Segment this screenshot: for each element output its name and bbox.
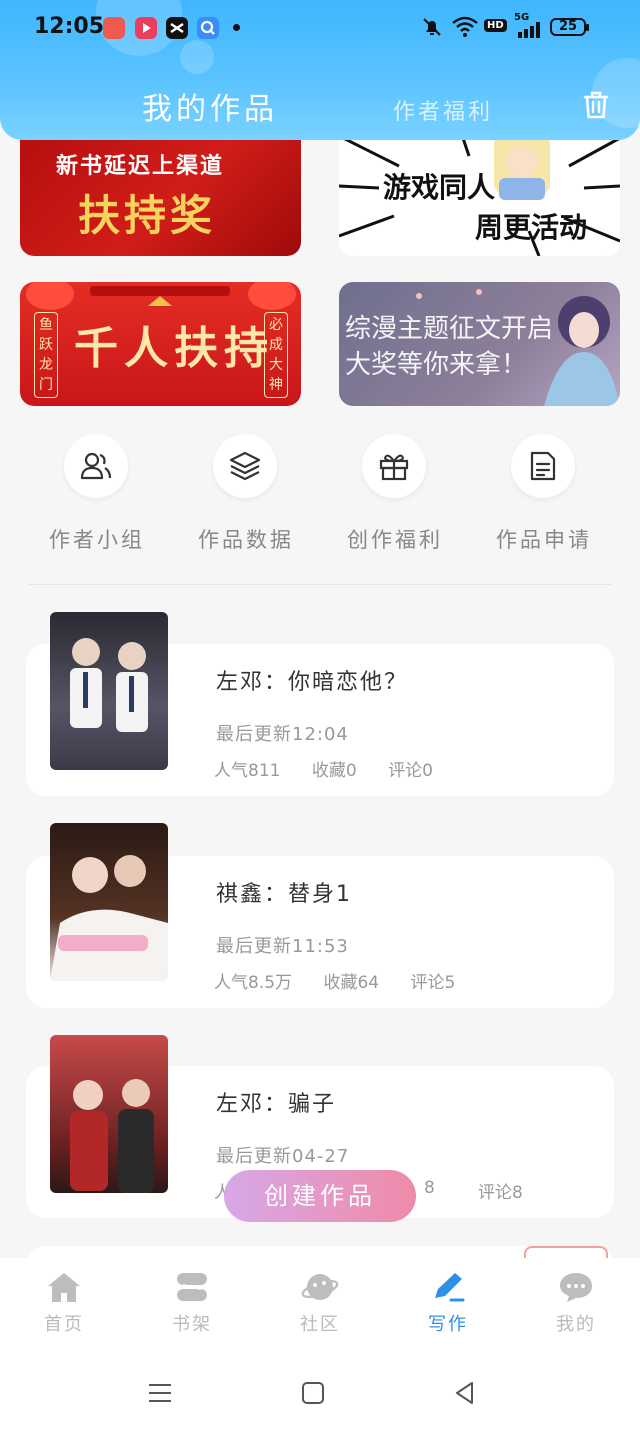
chat-bubble-icon (560, 1273, 592, 1302)
nav-item-bookshelf[interactable]: 书架 (142, 1270, 242, 1350)
hd-badge: HD (484, 19, 507, 32)
status-bar: 12:05 HD 5G 25 (0, 0, 640, 56)
nav-label: 社区 (300, 1314, 340, 1335)
work-title: 左邓：骗子 (216, 1092, 337, 1117)
pen-icon (435, 1273, 465, 1302)
work-cover-image[interactable] (50, 1035, 168, 1193)
banner-headline: 千人扶持 (74, 323, 274, 374)
banner-headline: 扶持奖 (78, 191, 217, 240)
quick-action-label: 创作福利 (347, 528, 443, 552)
nav-item-write[interactable]: 写作 (398, 1270, 498, 1350)
header: 12:05 HD 5G 25 我的作品 作者福利 (0, 0, 640, 140)
work-cover-image[interactable] (50, 823, 168, 981)
work-favorites: 收藏64 (323, 973, 380, 993)
home-square-icon[interactable] (300, 1380, 326, 1406)
quick-action-creation-benefits[interactable]: 创作福利 (330, 434, 460, 554)
layers-icon (213, 434, 277, 498)
menu-icon[interactable] (147, 1380, 173, 1406)
nav-item-home[interactable]: 首页 (14, 1270, 114, 1350)
work-updated: 最后更新04-27 (216, 1146, 350, 1167)
notification-dot (233, 24, 240, 31)
battery-indicator: 25 (550, 18, 589, 36)
work-comments: 评论0 (388, 761, 433, 781)
video-app-icon (135, 17, 157, 39)
quick-action-label: 作品申请 (496, 528, 592, 552)
nav-label: 写作 (428, 1314, 468, 1335)
bottom-nav: 首页 书架 社区 写作 我的 (0, 1258, 640, 1433)
banner-thousand-support[interactable]: 鱼跃龙门 千人扶持 必成大神 (20, 282, 301, 406)
document-icon (511, 434, 575, 498)
users-icon (64, 434, 128, 498)
work-popularity: 人气811 (214, 761, 281, 781)
create-work-button[interactable]: 创建作品 (224, 1170, 416, 1222)
work-stats: 人气811 收藏0 评论0 (214, 756, 459, 781)
work-favorites: 8 (424, 1178, 435, 1198)
section-divider (28, 584, 612, 585)
banner-headline: 综漫主题征文开启 (345, 314, 554, 344)
banner-delay-support[interactable]: 新书延迟上渠道 扶持奖 (20, 126, 301, 256)
home-icon (48, 1273, 80, 1302)
banner-left-scroll: 鱼跃龙门 (34, 312, 58, 398)
nav-item-community[interactable]: 社区 (270, 1270, 370, 1350)
work-comments: 评论5 (410, 973, 456, 993)
work-updated: 最后更新12:04 (216, 724, 349, 745)
banner-game-fanfic[interactable]: 游戏同人 周更活动 (339, 126, 620, 256)
banner-title: 新书延迟上渠道 (56, 154, 225, 179)
work-title: 左邓：你暗恋他？ (216, 670, 409, 695)
banner-subtitle: 周更活动 (475, 211, 588, 244)
mute-icon (423, 18, 441, 36)
tab-author-benefits[interactable]: 作者福利 (393, 94, 493, 126)
work-stats: 人气8.5万 收藏64 评论5 (214, 968, 481, 993)
nav-item-profile[interactable]: 我的 (526, 1270, 626, 1350)
planet-icon (301, 1274, 339, 1300)
banner-subtitle: 大奖等你来拿！ (345, 350, 528, 380)
banner-right-scroll: 必成大神 (264, 312, 288, 398)
back-icon[interactable] (452, 1380, 478, 1406)
banner-headline: 游戏同人 (383, 171, 496, 204)
bookshelf-icon (177, 1273, 207, 1301)
quick-action-work-application[interactable]: 作品申请 (479, 434, 609, 554)
nav-label: 我的 (556, 1314, 596, 1335)
work-updated: 最后更新11:53 (216, 936, 349, 957)
banner-anime-contest[interactable]: 综漫主题征文开启 大奖等你来拿！ (339, 282, 620, 406)
nav-label: 首页 (44, 1314, 84, 1335)
work-popularity: 人气8.5万 (214, 973, 293, 993)
trash-icon[interactable] (582, 90, 610, 120)
nav-label: 书架 (172, 1314, 212, 1335)
search-app-icon (197, 17, 219, 39)
signal-icon (518, 22, 540, 38)
quick-action-label: 作者小组 (49, 528, 145, 552)
work-title: 祺鑫：替身1 (216, 882, 352, 907)
work-favorites: 收藏0 (311, 761, 357, 781)
quick-action-label: 作品数据 (198, 528, 294, 552)
work-cover-image[interactable] (50, 612, 168, 770)
quick-action-work-data[interactable]: 作品数据 (181, 434, 311, 554)
work-comments: 评论8 (478, 1183, 523, 1203)
music-app-icon (103, 17, 125, 39)
status-time: 12:05 (34, 14, 105, 39)
wifi-icon (452, 16, 478, 37)
tab-my-works[interactable]: 我的作品 (142, 84, 278, 128)
quick-action-author-group[interactable]: 作者小组 (32, 434, 162, 554)
gift-icon (362, 434, 426, 498)
capcut-app-icon (166, 17, 188, 39)
